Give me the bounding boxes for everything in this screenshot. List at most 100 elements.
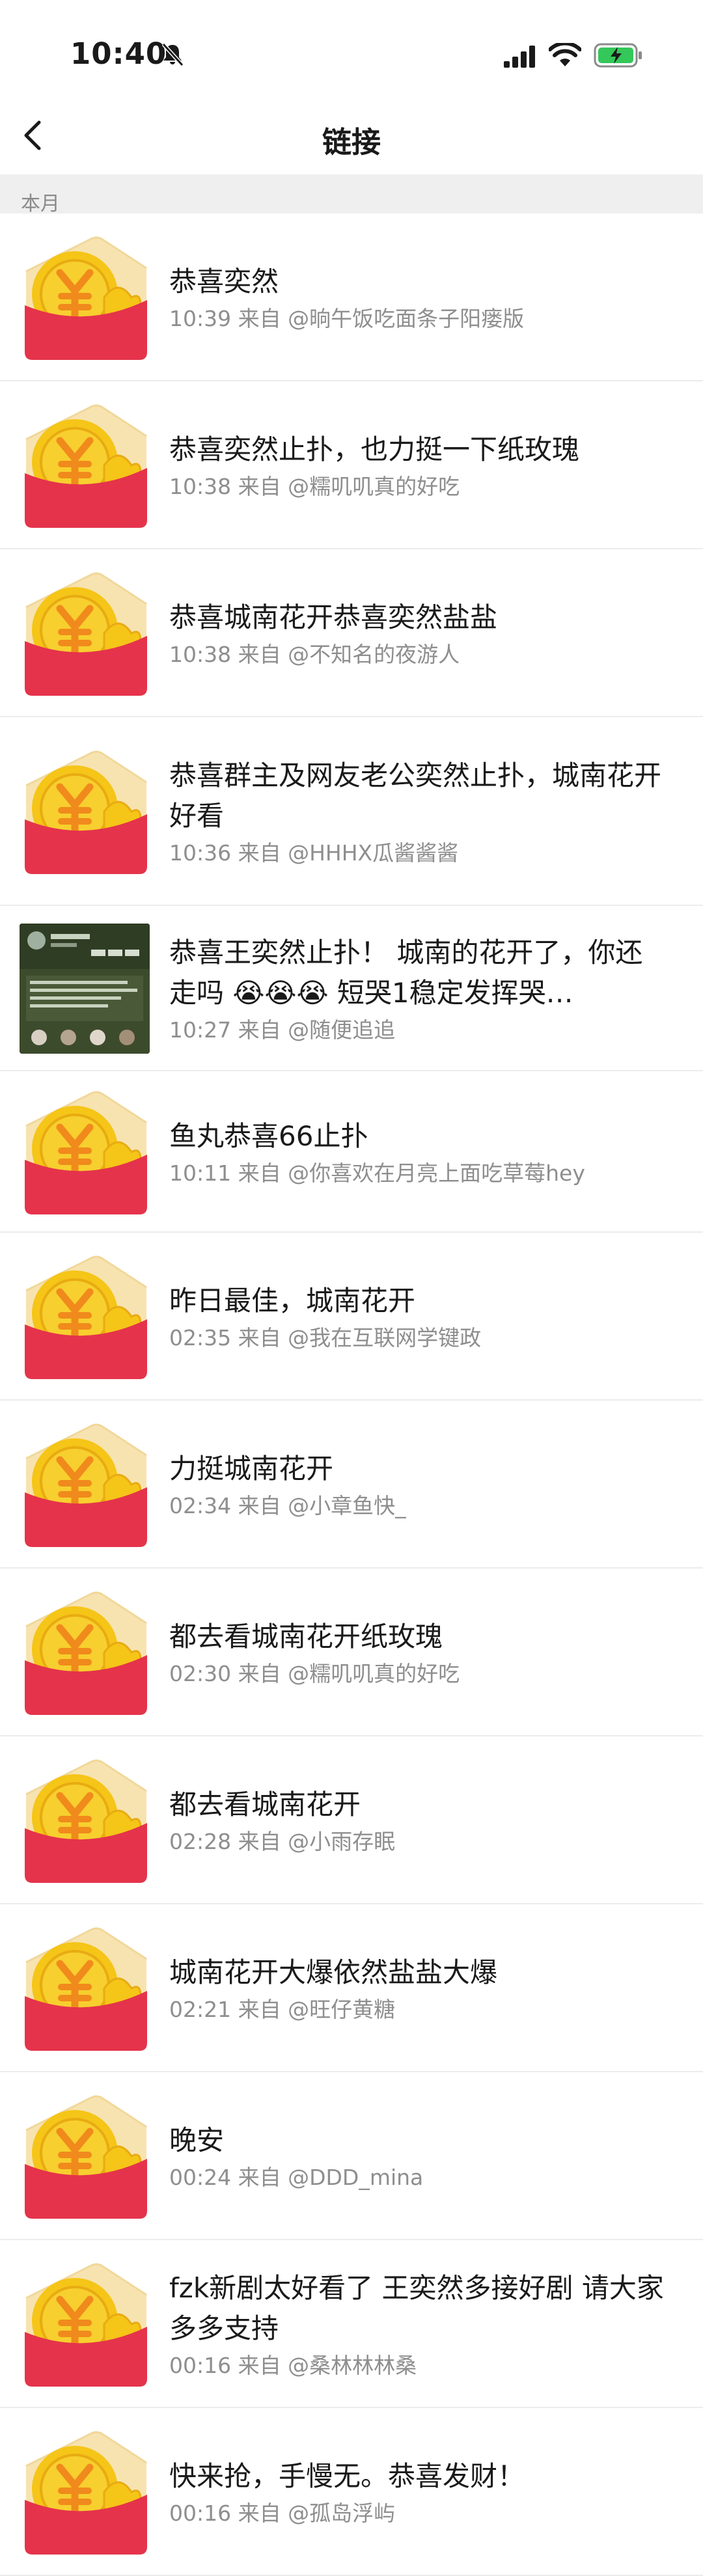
item-time: 02:28 [169,1829,232,1854]
item-meta: 10:27 来自 @随便追追 [169,1016,664,1045]
item-time: 02:21 [169,1997,232,2022]
list-item[interactable]: 鱼丸恭喜66止扑 10:11 来自 @你喜欢在月亮上面吃草莓hey [0,1071,703,1233]
list-item[interactable]: 恭喜奕然 10:39 来自 @晌午饭吃面条子阳瘘版 [0,213,703,381]
list-item[interactable]: 晚安 00:24 来自 @DDD_mina [0,2072,703,2240]
item-time: 10:38 [169,474,232,499]
list-item[interactable]: 快来抢，手慢无。恭喜发财！ 00:16 来自 @孤岛浮屿 [0,2408,703,2576]
item-meta: 02:30 来自 @糯叽叽真的好吃 [169,1660,664,1688]
red-envelope-icon [20,1252,150,1382]
item-time: 10:11 [169,1160,232,1186]
item-title: 恭喜王奕然止扑！ 城南的花开了，你还走吗 😭😭😭 短哭1稳定发挥哭… [169,937,643,1009]
section-header: 本月 [0,174,703,215]
item-title: 都去看城南花开纸玫瑰 [169,1621,443,1652]
item-meta: 00:16 来自 @孤岛浮屿 [169,2499,664,2528]
item-title: 恭喜奕然止扑，也力挺一下纸玫瑰 [169,433,580,465]
item-text: 城南花开大爆依然盐盐大爆 02:21 来自 @旺仔黄糖 [169,1953,664,2024]
post-thumbnail-image [20,924,150,1054]
item-source: 来自 @糯叽叽真的好吃 [238,474,460,499]
item-meta: 02:21 来自 @旺仔黄糖 [169,1995,664,2024]
item-text: 晚安 00:24 来自 @DDD_mina [169,2120,664,2192]
item-source: 来自 @HHHX瓜酱酱酱 [238,840,459,866]
item-source: 来自 @随便追追 [238,1017,396,1043]
cellular-signal-icon [504,46,535,68]
item-meta: 00:16 来自 @桑林林林桑 [169,2351,664,2380]
item-text: 快来抢，手慢无。恭喜发财！ 00:16 来自 @孤岛浮屿 [169,2456,664,2528]
item-source: 来自 @桑林林林桑 [238,2353,417,2378]
item-title: 恭喜群主及网友老公奕然止扑，城南花开好看 [169,760,662,832]
item-text: 恭喜王奕然止扑！ 城南的花开了，你还走吗 😭😭😭 短哭1稳定发挥哭… 10:27 … [169,933,664,1045]
item-title: 恭喜奕然 [169,266,279,297]
item-time: 00:24 [169,2165,232,2190]
red-envelope-icon [20,2091,150,2221]
list-item[interactable]: 力挺城南花开 02:34 来自 @小章鱼快_ [0,1401,703,1569]
section-label: 本月 [21,193,60,215]
item-meta: 10:38 来自 @不知名的夜游人 [169,640,664,669]
list-item[interactable]: 恭喜群主及网友老公奕然止扑，城南花开好看 10:36 来自 @HHHX瓜酱酱酱 [0,717,703,906]
item-text: 力挺城南花开 02:34 来自 @小章鱼快_ [169,1449,664,1520]
item-source: 来自 @糯叽叽真的好吃 [238,1661,460,1686]
item-source: 来自 @不知名的夜游人 [238,642,460,667]
red-envelope-icon [20,1419,150,1550]
item-source: 来自 @孤岛浮屿 [238,2501,396,2526]
red-envelope-icon [20,1087,150,1217]
item-text: 昨日最佳，城南花开 02:35 来自 @我在互联网学键政 [169,1281,664,1352]
item-title: 快来抢，手慢无。恭喜发财！ [169,2460,525,2492]
link-list: 恭喜奕然 10:39 来自 @晌午饭吃面条子阳瘘版恭喜奕然止扑，也力挺一下纸玫瑰 1… [0,213,703,2576]
list-item[interactable]: 都去看城南花开 02:28 来自 @小雨存眠 [0,1736,703,1904]
item-time: 02:30 [169,1661,232,1686]
red-envelope-icon [20,2427,150,2557]
item-title: 晚安 [169,2124,225,2156]
item-text: 恭喜群主及网友老公奕然止扑，城南花开好看 10:36 来自 @HHHX瓜酱酱酱 [169,756,664,868]
red-envelope-icon [20,232,150,363]
red-envelope-icon [20,568,150,698]
item-title: 鱼丸恭喜66止扑 [169,1120,368,1152]
item-meta: 02:28 来自 @小雨存眠 [169,1828,664,1856]
item-text: 鱼丸恭喜66止扑 10:11 来自 @你喜欢在月亮上面吃草莓hey [169,1116,664,1188]
nav-bar: 链接 [0,98,703,174]
item-meta: 10:36 来自 @HHHX瓜酱酱酱 [169,839,664,868]
status-bar: 10:40 [0,0,703,98]
item-text: 恭喜奕然 10:39 来自 @晌午饭吃面条子阳瘘版 [169,262,664,333]
bell-slash-icon [161,42,184,67]
item-title: 昨日最佳，城南花开 [169,1285,416,1317]
item-title: 都去看城南花开 [169,1788,361,1820]
item-source: 来自 @我在互联网学键政 [238,1325,482,1350]
item-time: 00:16 [169,2501,232,2526]
status-time: 10:40 [70,36,167,71]
item-meta: 10:11 来自 @你喜欢在月亮上面吃草莓hey [169,1159,664,1188]
item-text: 恭喜城南花开恭喜奕然盐盐 10:38 来自 @不知名的夜游人 [169,597,664,669]
item-text: 都去看城南花开纸玫瑰 02:30 来自 @糯叽叽真的好吃 [169,1617,664,1688]
item-meta: 10:39 来自 @晌午饭吃面条子阳瘘版 [169,305,664,333]
list-item[interactable]: 城南花开大爆依然盐盐大爆 02:21 来自 @旺仔黄糖 [0,1904,703,2072]
list-item[interactable]: 昨日最佳，城南花开 02:35 来自 @我在互联网学键政 [0,1233,703,1401]
list-item[interactable]: 都去看城南花开纸玫瑰 02:30 来自 @糯叽叽真的好吃 [0,1569,703,1736]
item-text: 恭喜奕然止扑，也力挺一下纸玫瑰 10:38 来自 @糯叽叽真的好吃 [169,430,664,501]
item-time: 10:36 [169,840,232,866]
item-source: 来自 @小章鱼快_ [238,1493,406,1518]
item-text: fzk新剧太好看了 王奕然多接好剧 请大家多多支持 00:16 来自 @桑林林林桑 [169,2268,664,2380]
item-meta: 02:35 来自 @我在互联网学键政 [169,1324,664,1352]
item-source: 来自 @旺仔黄糖 [238,1997,396,2022]
list-item[interactable]: 恭喜王奕然止扑！ 城南的花开了，你还走吗 😭😭😭 短哭1稳定发挥哭… 10:27 … [0,906,703,1071]
battery-charging-icon [594,43,642,68]
item-title: 力挺城南花开 [169,1453,334,1485]
list-item[interactable]: 恭喜奕然止扑，也力挺一下纸玫瑰 10:38 来自 @糯叽叽真的好吃 [0,381,703,549]
item-text: 都去看城南花开 02:28 来自 @小雨存眠 [169,1785,664,1856]
list-item[interactable]: fzk新剧太好看了 王奕然多接好剧 请大家多多支持 00:16 来自 @桑林林林桑 [0,2240,703,2408]
red-envelope-icon [20,747,150,877]
item-time: 10:27 [169,1017,232,1043]
item-time: 10:38 [169,642,232,667]
item-time: 00:16 [169,2353,232,2378]
item-title: fzk新剧太好看了 王奕然多接好剧 请大家多多支持 [169,2272,664,2344]
page-title: 链接 [322,125,381,159]
red-envelope-icon [20,1755,150,1885]
list-item[interactable]: 恭喜城南花开恭喜奕然盐盐 10:38 来自 @不知名的夜游人 [0,549,703,717]
item-meta: 10:38 来自 @糯叽叽真的好吃 [169,473,664,501]
item-source: 来自 @小雨存眠 [238,1829,396,1854]
red-envelope-icon [20,1587,150,1718]
item-time: 10:39 [169,306,232,331]
item-source: 来自 @你喜欢在月亮上面吃草莓hey [238,1160,585,1186]
item-time: 02:35 [169,1325,232,1350]
item-time: 02:34 [169,1493,232,1518]
red-envelope-icon [20,2259,150,2389]
